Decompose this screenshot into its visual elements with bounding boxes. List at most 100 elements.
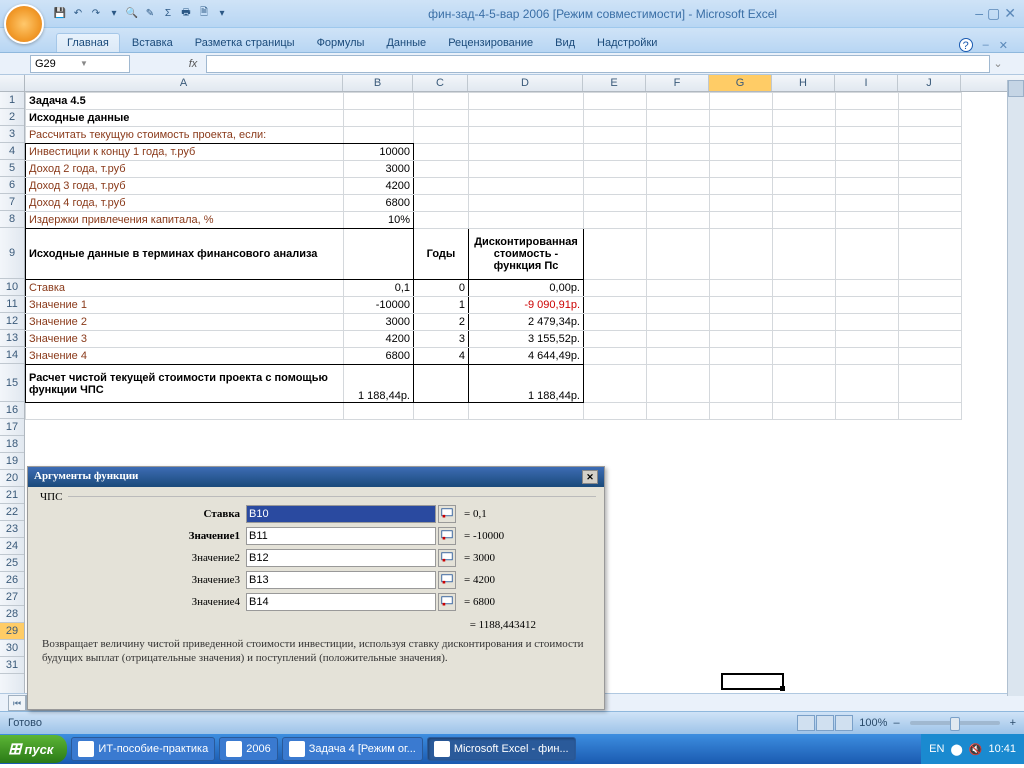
- tab-pagelayout[interactable]: Разметка страницы: [185, 34, 305, 52]
- collapse-dialog-icon[interactable]: [438, 505, 456, 523]
- row-header[interactable]: 12: [0, 313, 24, 330]
- print-icon[interactable]: 🖶: [178, 6, 194, 22]
- taskbar-item[interactable]: Задача 4 [Режим ог...: [282, 737, 423, 761]
- arg-ref-input[interactable]: [246, 571, 436, 589]
- vertical-scrollbar[interactable]: [1007, 80, 1024, 696]
- col-header[interactable]: A: [25, 75, 343, 91]
- row-header[interactable]: 28: [0, 606, 24, 623]
- collapse-dialog-icon[interactable]: [438, 549, 456, 567]
- col-header[interactable]: C: [413, 75, 468, 91]
- row-header[interactable]: 10: [0, 279, 24, 296]
- save-icon[interactable]: 💾: [52, 6, 68, 22]
- qat-dropdown-icon[interactable]: ▾: [106, 6, 122, 22]
- tab-view[interactable]: Вид: [545, 34, 585, 52]
- quick-access-toolbar: 💾 ↶ ↷ ▾ 🔍 ✎ Σ 🖶 🗎 ▾: [52, 6, 230, 22]
- row-header[interactable]: 29: [0, 623, 24, 640]
- redo-icon[interactable]: ↷: [88, 6, 104, 22]
- formula-expand-icon[interactable]: ⌄: [990, 57, 1006, 70]
- tray-icon[interactable]: ⬤: [950, 743, 962, 756]
- collapse-dialog-icon[interactable]: [438, 527, 456, 545]
- maximize-icon[interactable]: ▢: [987, 5, 1000, 22]
- check-icon[interactable]: ✎: [142, 6, 158, 22]
- formula-bar[interactable]: [206, 55, 990, 73]
- formula-bar-row: G29▼ fx ⌄: [0, 53, 1024, 75]
- row-header[interactable]: 6: [0, 177, 24, 194]
- row-header[interactable]: 18: [0, 436, 24, 453]
- arg-ref-input[interactable]: [246, 593, 436, 611]
- tab-insert[interactable]: Вставка: [122, 34, 183, 52]
- tab-addins[interactable]: Надстройки: [587, 34, 667, 52]
- clock[interactable]: 10:41: [988, 743, 1016, 755]
- row-header[interactable]: 25: [0, 555, 24, 572]
- fx-icon[interactable]: fx: [184, 55, 202, 73]
- row-header[interactable]: 15: [0, 364, 24, 402]
- tray-icon[interactable]: 🔇: [969, 743, 983, 756]
- row-header[interactable]: 7: [0, 194, 24, 211]
- ribbon-min-icon[interactable]: –: [983, 39, 989, 51]
- row-header[interactable]: 30: [0, 640, 24, 657]
- row-header[interactable]: 27: [0, 589, 24, 606]
- row-header[interactable]: 17: [0, 419, 24, 436]
- view-buttons[interactable]: [797, 715, 853, 731]
- taskbar-item[interactable]: ИТ-пособие-практика: [71, 737, 215, 761]
- undo-icon[interactable]: ↶: [70, 6, 86, 22]
- dialog-titlebar[interactable]: Аргументы функции ✕: [28, 467, 604, 487]
- arg-ref-input[interactable]: [246, 527, 436, 545]
- collapse-dialog-icon[interactable]: [438, 593, 456, 611]
- row-header[interactable]: 14: [0, 347, 24, 364]
- ribbon-close-icon[interactable]: ✕: [999, 39, 1008, 52]
- find-icon[interactable]: 🔍: [124, 6, 140, 22]
- row-header[interactable]: 31: [0, 657, 24, 674]
- customize-icon[interactable]: ▾: [214, 6, 230, 22]
- tab-review[interactable]: Рецензирование: [438, 34, 543, 52]
- col-header[interactable]: F: [646, 75, 709, 91]
- zoom-slider[interactable]: [910, 721, 1000, 725]
- tab-home[interactable]: Главная: [56, 33, 120, 52]
- col-header[interactable]: E: [583, 75, 646, 91]
- row-header[interactable]: 16: [0, 402, 24, 419]
- preview-icon[interactable]: 🗎: [196, 6, 212, 22]
- sigma-icon[interactable]: Σ: [160, 6, 176, 22]
- system-tray[interactable]: EN ⬤ 🔇 10:41: [921, 734, 1024, 764]
- row-header[interactable]: 3: [0, 126, 24, 143]
- taskbar-item[interactable]: 2006: [219, 737, 277, 761]
- office-button[interactable]: [4, 4, 44, 44]
- tab-data[interactable]: Данные: [376, 34, 436, 52]
- lang-indicator[interactable]: EN: [929, 743, 944, 755]
- tab-formulas[interactable]: Формулы: [307, 34, 375, 52]
- row-header[interactable]: 26: [0, 572, 24, 589]
- col-header[interactable]: D: [468, 75, 583, 91]
- row-header[interactable]: 22: [0, 504, 24, 521]
- row-header[interactable]: 19: [0, 453, 24, 470]
- minimize-icon[interactable]: –: [975, 5, 983, 22]
- col-header[interactable]: J: [898, 75, 961, 91]
- row-header[interactable]: 11: [0, 296, 24, 313]
- app-icon: [289, 741, 305, 757]
- row-header[interactable]: 21: [0, 487, 24, 504]
- col-header[interactable]: I: [835, 75, 898, 91]
- zoom-out-icon[interactable]: –: [893, 717, 899, 729]
- row-header[interactable]: 24: [0, 538, 24, 555]
- col-header[interactable]: G: [709, 75, 772, 91]
- row-header[interactable]: 5: [0, 160, 24, 177]
- start-button[interactable]: ⊞ пуск: [0, 735, 67, 763]
- zoom-in-icon[interactable]: +: [1010, 717, 1016, 729]
- name-box[interactable]: G29▼: [30, 55, 130, 73]
- taskbar-item[interactable]: Microsoft Excel - фин...: [427, 737, 576, 761]
- col-header[interactable]: B: [343, 75, 413, 91]
- row-header[interactable]: 4: [0, 143, 24, 160]
- arg-ref-input[interactable]: [246, 505, 436, 523]
- dialog-close-icon[interactable]: ✕: [582, 470, 598, 484]
- row-header[interactable]: 20: [0, 470, 24, 487]
- arg-ref-input[interactable]: [246, 549, 436, 567]
- col-header[interactable]: H: [772, 75, 835, 91]
- help-icon[interactable]: ?: [959, 38, 973, 52]
- row-header[interactable]: 23: [0, 521, 24, 538]
- row-header[interactable]: 13: [0, 330, 24, 347]
- collapse-dialog-icon[interactable]: [438, 571, 456, 589]
- row-header[interactable]: 1: [0, 92, 24, 109]
- row-header[interactable]: 2: [0, 109, 24, 126]
- row-header[interactable]: 9: [0, 228, 24, 279]
- close-icon[interactable]: ✕: [1004, 5, 1016, 22]
- row-header[interactable]: 8: [0, 211, 24, 228]
